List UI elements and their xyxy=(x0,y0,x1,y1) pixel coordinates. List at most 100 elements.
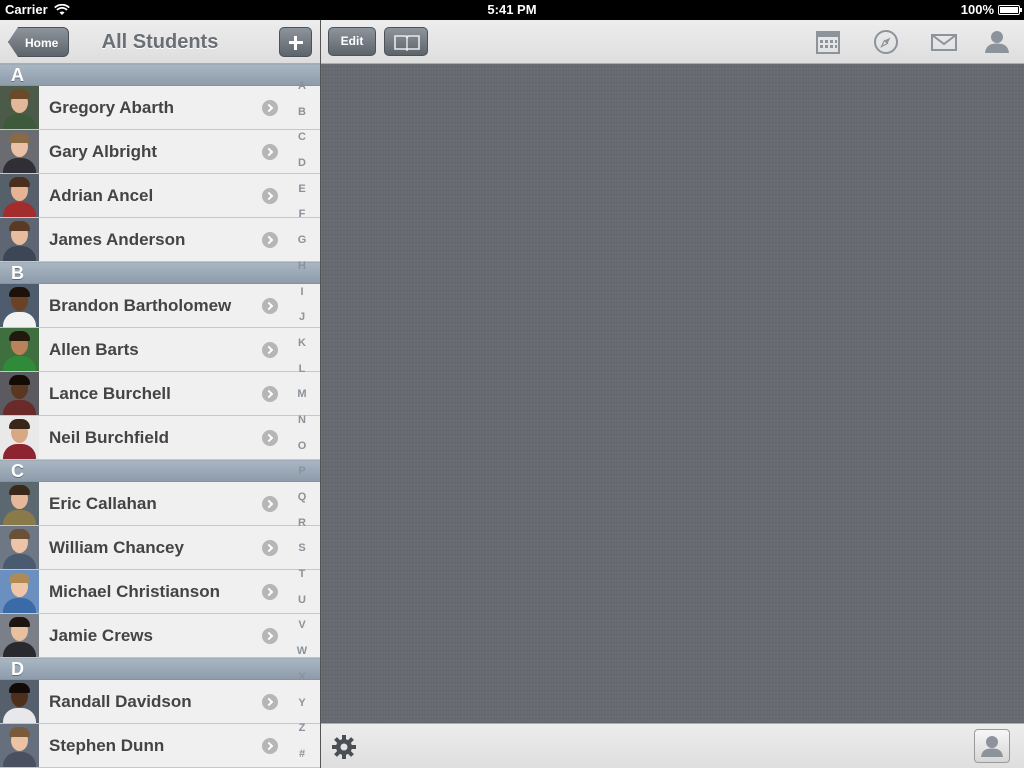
chevron-right-icon[interactable] xyxy=(262,496,278,512)
index-letter[interactable]: Y xyxy=(289,691,315,717)
chevron-right-icon[interactable] xyxy=(262,298,278,314)
student-row[interactable]: Randall Davidson xyxy=(0,680,320,724)
student-name: Gregory Abarth xyxy=(49,98,175,117)
index-letter[interactable]: L xyxy=(289,357,315,383)
index-letter[interactable]: V xyxy=(289,613,315,639)
master-nav-bar: All Students Home xyxy=(0,20,320,64)
index-letter[interactable]: I xyxy=(289,280,315,306)
chevron-right-icon[interactable] xyxy=(262,342,278,358)
index-letter[interactable]: G xyxy=(289,228,315,254)
chevron-right-icon[interactable] xyxy=(262,738,278,754)
index-letter[interactable]: M xyxy=(289,382,315,408)
compass-button[interactable] xyxy=(872,28,900,56)
index-letter[interactable]: A xyxy=(289,74,315,100)
index-letter[interactable]: N xyxy=(289,408,315,434)
student-name: Neil Burchfield xyxy=(49,428,169,447)
student-photo xyxy=(0,570,39,613)
student-row[interactable]: Allen Barts xyxy=(0,328,320,372)
student-name: Gary Albright xyxy=(49,142,157,161)
student-row[interactable]: James Anderson xyxy=(0,218,320,262)
chevron-right-icon[interactable] xyxy=(262,232,278,248)
section-index[interactable]: A B C D E F G H I J K L M N O P Q R S T U V W X Y Z # xyxy=(289,74,315,768)
index-letter[interactable]: X xyxy=(289,665,315,691)
contact-card-button[interactable] xyxy=(974,729,1010,763)
index-letter[interactable]: Q xyxy=(289,485,315,511)
chevron-right-icon[interactable] xyxy=(262,188,278,204)
index-letter[interactable]: R xyxy=(289,511,315,537)
status-bar: Carrier 5:41 PM 100% xyxy=(0,0,1024,20)
student-row[interactable]: William Chancey xyxy=(0,526,320,570)
index-letter[interactable]: H xyxy=(289,254,315,280)
chevron-right-icon[interactable] xyxy=(262,386,278,402)
book-button[interactable] xyxy=(384,27,428,56)
profile-button[interactable] xyxy=(983,28,1011,56)
index-letter[interactable]: P xyxy=(289,459,315,485)
student-name: Jamie Crews xyxy=(49,626,153,645)
student-photo xyxy=(0,372,39,415)
index-letter[interactable]: Z xyxy=(289,716,315,742)
calendar-button[interactable] xyxy=(814,28,842,56)
chevron-right-icon[interactable] xyxy=(262,100,278,116)
student-row[interactable]: Jamie Crews xyxy=(0,614,320,658)
index-letter[interactable]: K xyxy=(289,331,315,357)
student-photo xyxy=(0,526,39,569)
student-name: Stephen Dunn xyxy=(49,736,165,755)
chevron-right-icon[interactable] xyxy=(262,430,278,446)
index-letter[interactable]: U xyxy=(289,588,315,614)
master-pane: All Students Home A Gregory Abarth Gary Al… xyxy=(0,20,320,768)
section-header: D xyxy=(0,658,320,680)
gear-icon xyxy=(332,735,356,759)
index-letter[interactable]: T xyxy=(289,562,315,588)
student-row[interactable]: Brandon Bartholomew xyxy=(0,284,320,328)
student-row[interactable]: Eric Callahan xyxy=(0,482,320,526)
student-row[interactable]: Gary Albright xyxy=(0,130,320,174)
student-row[interactable]: Gregory Abarth xyxy=(0,86,320,130)
student-name: William Chancey xyxy=(49,538,184,557)
index-letter[interactable]: # xyxy=(289,742,315,768)
mail-icon xyxy=(931,34,957,51)
chevron-right-icon[interactable] xyxy=(262,694,278,710)
student-row[interactable]: Neil Burchfield xyxy=(0,416,320,460)
index-letter[interactable]: C xyxy=(289,125,315,151)
student-list[interactable]: A Gregory Abarth Gary Albright Adrian Ancel… xyxy=(0,64,320,768)
contact-card-icon xyxy=(981,736,1003,757)
student-photo xyxy=(0,328,39,371)
edit-button[interactable]: Edit xyxy=(328,27,376,56)
student-photo xyxy=(0,614,39,657)
section-header: C xyxy=(0,460,320,482)
index-letter[interactable]: B xyxy=(289,100,315,126)
settings-button[interactable] xyxy=(331,734,357,760)
student-name: Allen Barts xyxy=(49,340,139,359)
mail-button[interactable] xyxy=(930,28,958,56)
calendar-icon xyxy=(816,31,840,54)
student-name: James Anderson xyxy=(49,230,186,249)
book-icon xyxy=(394,35,420,52)
index-letter[interactable]: E xyxy=(289,177,315,203)
battery-percent: 100% xyxy=(960,2,994,17)
student-photo xyxy=(0,482,39,525)
index-letter[interactable]: S xyxy=(289,536,315,562)
person-icon xyxy=(985,31,1009,53)
chevron-right-icon[interactable] xyxy=(262,628,278,644)
index-letter[interactable]: D xyxy=(289,151,315,177)
student-name: Eric Callahan xyxy=(49,494,157,513)
index-letter[interactable]: O xyxy=(289,434,315,460)
add-student-button[interactable] xyxy=(279,27,312,57)
student-row[interactable]: Lance Burchell xyxy=(0,372,320,416)
detail-content-area xyxy=(321,64,1024,723)
student-row[interactable]: Michael Christianson xyxy=(0,570,320,614)
bottom-toolbar xyxy=(321,723,1024,768)
index-letter[interactable]: W xyxy=(289,639,315,665)
index-letter[interactable]: F xyxy=(289,202,315,228)
student-row[interactable]: Stephen Dunn xyxy=(0,724,320,768)
student-photo xyxy=(0,174,39,217)
student-photo xyxy=(0,416,39,459)
index-letter[interactable]: J xyxy=(289,305,315,331)
chevron-right-icon[interactable] xyxy=(262,540,278,556)
chevron-right-icon[interactable] xyxy=(262,584,278,600)
chevron-right-icon[interactable] xyxy=(262,144,278,160)
student-name: Brandon Bartholomew xyxy=(49,296,232,315)
student-name: Lance Burchell xyxy=(49,384,171,403)
home-back-button[interactable]: Home xyxy=(8,27,70,57)
student-row[interactable]: Adrian Ancel xyxy=(0,174,320,218)
